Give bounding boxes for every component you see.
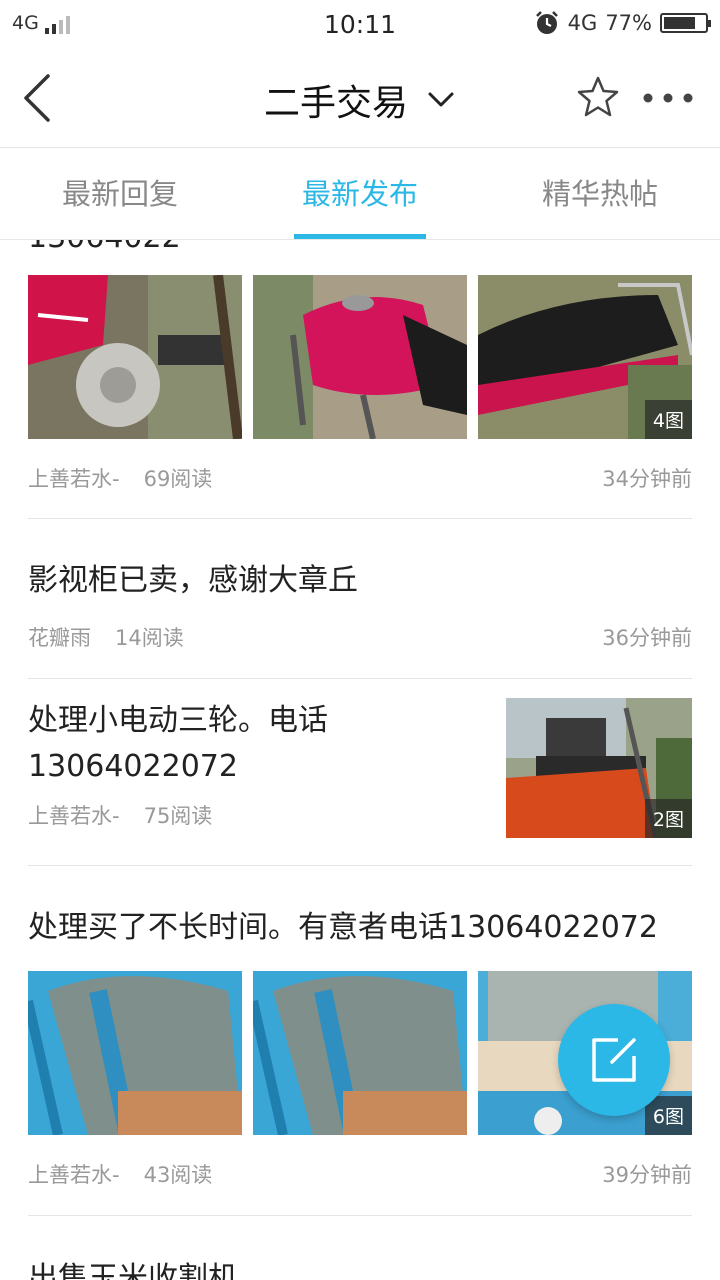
post-time: 36分钟前 xyxy=(602,626,692,650)
star-icon xyxy=(577,76,619,117)
post-time: 34分钟前 xyxy=(602,467,692,491)
alarm-icon xyxy=(535,11,558,34)
image-count-badge: 4图 xyxy=(644,400,692,439)
list-item[interactable]: 处理小电动三轮。电话 13064022072 上善若水- 75阅读 2图 xyxy=(28,698,692,838)
post-title: 出售玉米收割机 xyxy=(28,1261,238,1280)
post-reads: 69阅读 xyxy=(143,467,213,491)
status-right: 4G 77% xyxy=(534,10,711,36)
post-title-line2: 13064022072 xyxy=(28,749,238,784)
post-image[interactable]: 2图 xyxy=(506,698,692,838)
post-meta: 上善若水- 69阅读 34分钟前 xyxy=(28,463,692,493)
network-right-label: 4G xyxy=(567,11,598,35)
post-image[interactable] xyxy=(253,275,467,439)
list-item[interactable]: 4图 上善若水- 69阅读 34分钟前 xyxy=(28,275,692,493)
divider xyxy=(28,1215,692,1216)
list-item[interactable]: 出售玉米收割机 xyxy=(28,1256,692,1280)
tab-latest-replies[interactable]: 最新回复 xyxy=(0,148,240,239)
chevron-down-icon xyxy=(428,92,454,107)
post-author[interactable]: 花瓣雨 xyxy=(28,626,91,650)
tab-bar: 最新回复 最新发布 精华热帖 xyxy=(0,148,720,240)
divider xyxy=(28,518,692,519)
battery-icon xyxy=(660,13,711,33)
post-image[interactable] xyxy=(253,971,467,1135)
edit-icon xyxy=(592,1038,636,1082)
post-image[interactable] xyxy=(28,971,242,1135)
post-image[interactable]: 4图 xyxy=(478,275,692,439)
post-feed[interactable]: 13064022 xyxy=(0,240,720,1280)
image-row: 4图 xyxy=(28,275,692,439)
post-author[interactable]: 上善若水- xyxy=(28,467,120,491)
cut-off-title: 13064022 xyxy=(28,240,181,255)
compose-button[interactable] xyxy=(558,1004,670,1116)
post-author[interactable]: 上善若水- xyxy=(28,1163,120,1187)
more-button[interactable] xyxy=(638,80,698,116)
post-reads: 43阅读 xyxy=(143,1163,213,1187)
post-meta: 上善若水- 43阅读 39分钟前 xyxy=(28,1159,692,1189)
post-title-line1: 处理小电动三轮。电话 xyxy=(28,703,328,738)
battery-percent: 77% xyxy=(605,11,652,35)
post-meta: 上善若水- 75阅读 xyxy=(28,800,488,830)
post-reads: 14阅读 xyxy=(115,626,184,650)
list-item[interactable]: 影视柜已卖，感谢大章丘 花瓣雨 14阅读 36分钟前 xyxy=(28,558,692,652)
divider xyxy=(28,678,692,679)
more-icon xyxy=(643,93,693,103)
status-bar: 4G 10:11 4G 77% xyxy=(0,0,720,50)
favorite-button[interactable] xyxy=(574,74,622,122)
post-image[interactable] xyxy=(28,275,242,439)
image-count-badge: 6图 xyxy=(644,1096,692,1135)
nav-bar: 二手交易 xyxy=(0,50,720,148)
post-title: 处理买了不长时间。有意者电话13064022072 xyxy=(28,910,658,945)
divider xyxy=(28,865,692,866)
post-author[interactable]: 上善若水- xyxy=(28,804,120,828)
post-time: 39分钟前 xyxy=(602,1163,692,1187)
image-count-badge: 2图 xyxy=(644,799,692,838)
post-title: 影视柜已卖，感谢大章丘 xyxy=(28,563,358,598)
post-reads: 75阅读 xyxy=(143,804,213,828)
post-meta: 花瓣雨 14阅读 36分钟前 xyxy=(28,622,692,652)
tab-featured[interactable]: 精华热帖 xyxy=(480,148,720,239)
tab-latest-posts[interactable]: 最新发布 xyxy=(240,148,480,239)
page-title: 二手交易 xyxy=(263,83,408,124)
